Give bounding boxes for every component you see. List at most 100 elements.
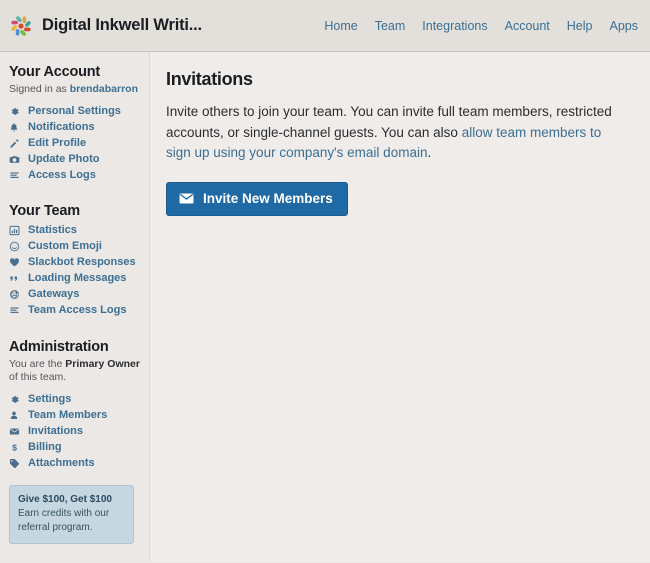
owner-note-role: Primary Owner xyxy=(65,358,140,370)
sidebar-item-label: Invitations xyxy=(28,425,84,437)
sidebar: Your Account Signed in as brendabarron P… xyxy=(0,52,150,562)
sidebar-item-label: Slackbot Responses xyxy=(28,256,136,268)
nav-team[interactable]: Team xyxy=(375,19,406,33)
sidebar-item-label: Access Logs xyxy=(28,169,96,181)
sidebar-item-loading-messages[interactable]: Loading Messages xyxy=(9,270,126,286)
envelope-icon xyxy=(179,193,194,204)
sidebar-item-label: Team Members xyxy=(28,409,108,421)
nav-account[interactable]: Account xyxy=(505,19,550,33)
referral-promo-title: Give $100, Get $100 xyxy=(18,494,112,505)
sidebar-item-team-members[interactable]: Team Members xyxy=(9,407,107,423)
sidebar-item-invitations[interactable]: Invitations xyxy=(9,423,83,439)
sidebar-item-label: Team Access Logs xyxy=(28,304,127,316)
list-item: Notifications xyxy=(9,119,149,135)
pencil-icon xyxy=(9,136,24,150)
quote-icon xyxy=(9,271,24,285)
list-item: Personal Settings xyxy=(9,103,149,119)
sidebar-item-billing[interactable]: $ Billing xyxy=(9,439,62,455)
tag-icon xyxy=(9,456,24,470)
list-item: Settings xyxy=(9,391,149,407)
signed-in-status: Signed in as brendabarron xyxy=(9,83,149,96)
list-lines-icon xyxy=(9,168,24,182)
nav-home[interactable]: Home xyxy=(324,19,357,33)
sidebar-item-label: Loading Messages xyxy=(28,272,127,284)
sidebar-item-label: Gateways xyxy=(28,288,80,300)
sidebar-item-edit-profile[interactable]: Edit Profile xyxy=(9,135,86,151)
body-wrapper: Your Account Signed in as brendabarron P… xyxy=(0,52,650,562)
sidebar-list-account: Personal Settings Notifications Edit Pro… xyxy=(9,103,149,183)
sidebar-item-update-photo[interactable]: Update Photo xyxy=(9,151,100,167)
gear-icon xyxy=(9,104,24,118)
brand-title: Digital Inkwell Writi... xyxy=(42,16,202,34)
person-icon xyxy=(9,408,24,422)
sidebar-item-settings[interactable]: Settings xyxy=(9,391,71,407)
heart-icon xyxy=(9,255,24,269)
sidebar-item-label: Update Photo xyxy=(28,153,100,165)
sidebar-item-personal-settings[interactable]: Personal Settings xyxy=(9,103,121,119)
sidebar-item-label: Notifications xyxy=(28,121,95,133)
sidebar-item-label: Attachments xyxy=(28,457,95,469)
list-item: Access Logs xyxy=(9,167,149,183)
owner-note-prefix: You are the xyxy=(9,358,66,370)
nav-apps[interactable]: Apps xyxy=(610,19,639,33)
list-item: Statistics xyxy=(9,222,149,238)
slack-pinwheel-icon xyxy=(9,14,33,38)
dollar-icon: $ xyxy=(9,440,24,454)
sidebar-item-label: Personal Settings xyxy=(28,105,121,117)
camera-icon xyxy=(9,152,24,166)
list-item: $ Billing xyxy=(9,439,149,455)
bell-icon xyxy=(9,120,24,134)
bar-chart-icon xyxy=(9,223,24,237)
sidebar-item-custom-emoji[interactable]: Custom Emoji xyxy=(9,238,102,254)
list-item: Loading Messages xyxy=(9,270,149,286)
app-header: Digital Inkwell Writi... Home Team Integ… xyxy=(0,0,650,52)
sidebar-heading-team: Your Team xyxy=(9,203,80,219)
intro-text-part2: . xyxy=(427,145,432,160)
sidebar-heading-account: Your Account xyxy=(9,64,101,80)
invite-button-label: Invite New Members xyxy=(203,190,333,206)
sidebar-item-team-access-logs[interactable]: Team Access Logs xyxy=(9,302,126,318)
sidebar-item-notifications[interactable]: Notifications xyxy=(9,119,95,135)
nav-integrations[interactable]: Integrations xyxy=(422,19,487,33)
sidebar-heading-administration: Administration xyxy=(9,339,109,355)
primary-owner-note: You are the Primary Owner of this team. xyxy=(9,358,149,384)
referral-promo-card[interactable]: Give $100, Get $100 Earn credits with ou… xyxy=(9,485,134,544)
owner-note-suffix: of this team. xyxy=(9,371,67,383)
list-item: Slackbot Responses xyxy=(9,254,149,270)
list-item: Edit Profile xyxy=(9,135,149,151)
list-item: Custom Emoji xyxy=(9,238,149,254)
invite-new-members-button[interactable]: Invite New Members xyxy=(166,181,348,216)
sidebar-item-statistics[interactable]: Statistics xyxy=(9,222,77,238)
list-item: Gateways xyxy=(9,286,149,302)
list-item: Update Photo xyxy=(9,151,149,167)
sidebar-item-label: Statistics xyxy=(28,224,77,236)
main-content: Invitations Invite others to join your t… xyxy=(150,52,650,562)
envelope-icon xyxy=(9,424,24,438)
nav-help[interactable]: Help xyxy=(567,19,593,33)
signed-in-username[interactable]: brendabarron xyxy=(70,83,138,95)
sidebar-item-label: Edit Profile xyxy=(28,137,87,149)
sidebar-item-slackbot-responses[interactable]: Slackbot Responses xyxy=(9,254,136,270)
sidebar-list-team: Statistics Custom Emoji Slackbot Respons… xyxy=(9,222,149,318)
gear-icon xyxy=(9,392,24,406)
top-navigation: Home Team Integrations Account Help Apps xyxy=(324,0,638,52)
signed-in-label: Signed in as xyxy=(9,83,70,95)
list-item: Team Members xyxy=(9,407,149,423)
intro-paragraph: Invite others to join your team. You can… xyxy=(166,102,614,164)
sidebar-item-label: Custom Emoji xyxy=(28,240,102,252)
list-item: Team Access Logs xyxy=(9,302,149,318)
brand[interactable]: Digital Inkwell Writi... xyxy=(0,14,202,38)
sidebar-item-gateways[interactable]: Gateways xyxy=(9,286,79,302)
page-title: Invitations xyxy=(166,69,253,89)
globe-icon xyxy=(9,287,24,301)
page-root: Digital Inkwell Writi... Home Team Integ… xyxy=(0,0,650,563)
sidebar-item-access-logs[interactable]: Access Logs xyxy=(9,167,96,183)
list-lines-icon xyxy=(9,303,24,317)
sidebar-item-attachments[interactable]: Attachments xyxy=(9,455,95,471)
list-item: Attachments xyxy=(9,455,149,471)
sidebar-list-administration: Settings Team Members Invitations $ Bill… xyxy=(9,391,149,471)
list-item: Invitations xyxy=(9,423,149,439)
referral-promo-text: Earn credits with our referral program. xyxy=(18,508,110,533)
sidebar-item-label: Settings xyxy=(28,393,72,405)
svg-text:$: $ xyxy=(12,442,17,452)
